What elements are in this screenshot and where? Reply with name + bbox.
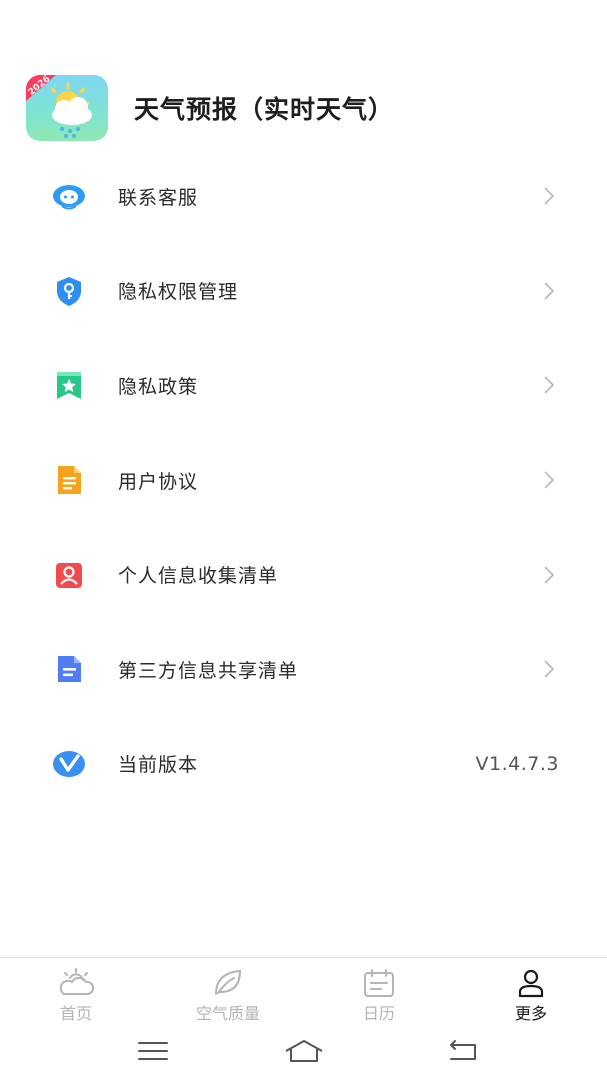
chevron-right-icon [544,471,555,489]
bookmark-star-icon [57,372,81,400]
menu-item-label: 联系客服 [118,186,199,209]
chevron-right-icon [544,187,555,205]
file-share-icon [58,656,81,683]
system-nav-bar [0,1027,607,1080]
menu-item-user-agreement[interactable]: 用户协议 [0,433,607,528]
calendar-icon [364,969,394,997]
menu-item-current-version: 当前版本 V1.4.7.3 [0,717,607,812]
menu-lines-icon[interactable] [133,1037,173,1065]
tab-label: 空气质量 [195,1004,260,1023]
menu-item-privacy-policy[interactable]: 隐私政策 [0,338,607,433]
customer-service-icon [53,185,85,210]
person-icon [518,969,544,998]
menu-item-label: 第三方信息共享清单 [118,659,299,682]
menu-item-label: 用户协议 [118,470,199,493]
settings-menu: 联系客服 隐私权限管理 隐私政策 用户协议 个人信息收集清单 第三方信息共享清单… [0,149,607,811]
tab-label: 更多 [514,1004,547,1023]
app-logo-icon: 2026 [26,75,108,141]
tab-calendar[interactable]: 日历 [329,968,429,1024]
menu-item-label: 隐私权限管理 [118,281,239,304]
version-value: V1.4.7.3 [475,752,559,775]
weather-cloud-icon [59,968,95,995]
menu-item-privacy-permissions[interactable]: 隐私权限管理 [0,244,607,339]
app-title: 天气预报（实时天气） [134,95,395,124]
shield-key-icon [57,276,81,306]
menu-item-third-party-sharing[interactable]: 第三方信息共享清单 [0,622,607,717]
chevron-right-icon [544,376,555,395]
menu-item-contact-service[interactable]: 联系客服 [0,149,607,244]
tab-air-quality[interactable]: 空气质量 [178,968,278,1024]
tab-label: 首页 [59,1004,92,1023]
tab-more[interactable]: 更多 [481,968,581,1024]
tab-label: 日历 [362,1004,395,1023]
chevron-right-icon [544,566,555,584]
home-icon[interactable] [284,1037,324,1065]
chevron-right-icon [544,660,555,678]
menu-item-personal-info-list[interactable]: 个人信息收集清单 [0,527,607,622]
bottom-tab-bar: 首页 空气质量 日历 更多 [0,957,607,1028]
back-icon[interactable] [443,1037,483,1065]
tab-home[interactable]: 首页 [26,968,126,1024]
leaf-icon [215,969,242,995]
menu-item-label: 当前版本 [118,754,199,777]
chevron-right-icon [544,282,555,300]
document-icon [58,466,81,495]
menu-item-label: 隐私政策 [118,375,199,398]
version-v-icon [53,750,85,777]
person-card-icon [56,562,82,588]
menu-item-label: 个人信息收集清单 [118,565,279,588]
app-header: 2026 天气预报（实时天气） [26,74,394,142]
